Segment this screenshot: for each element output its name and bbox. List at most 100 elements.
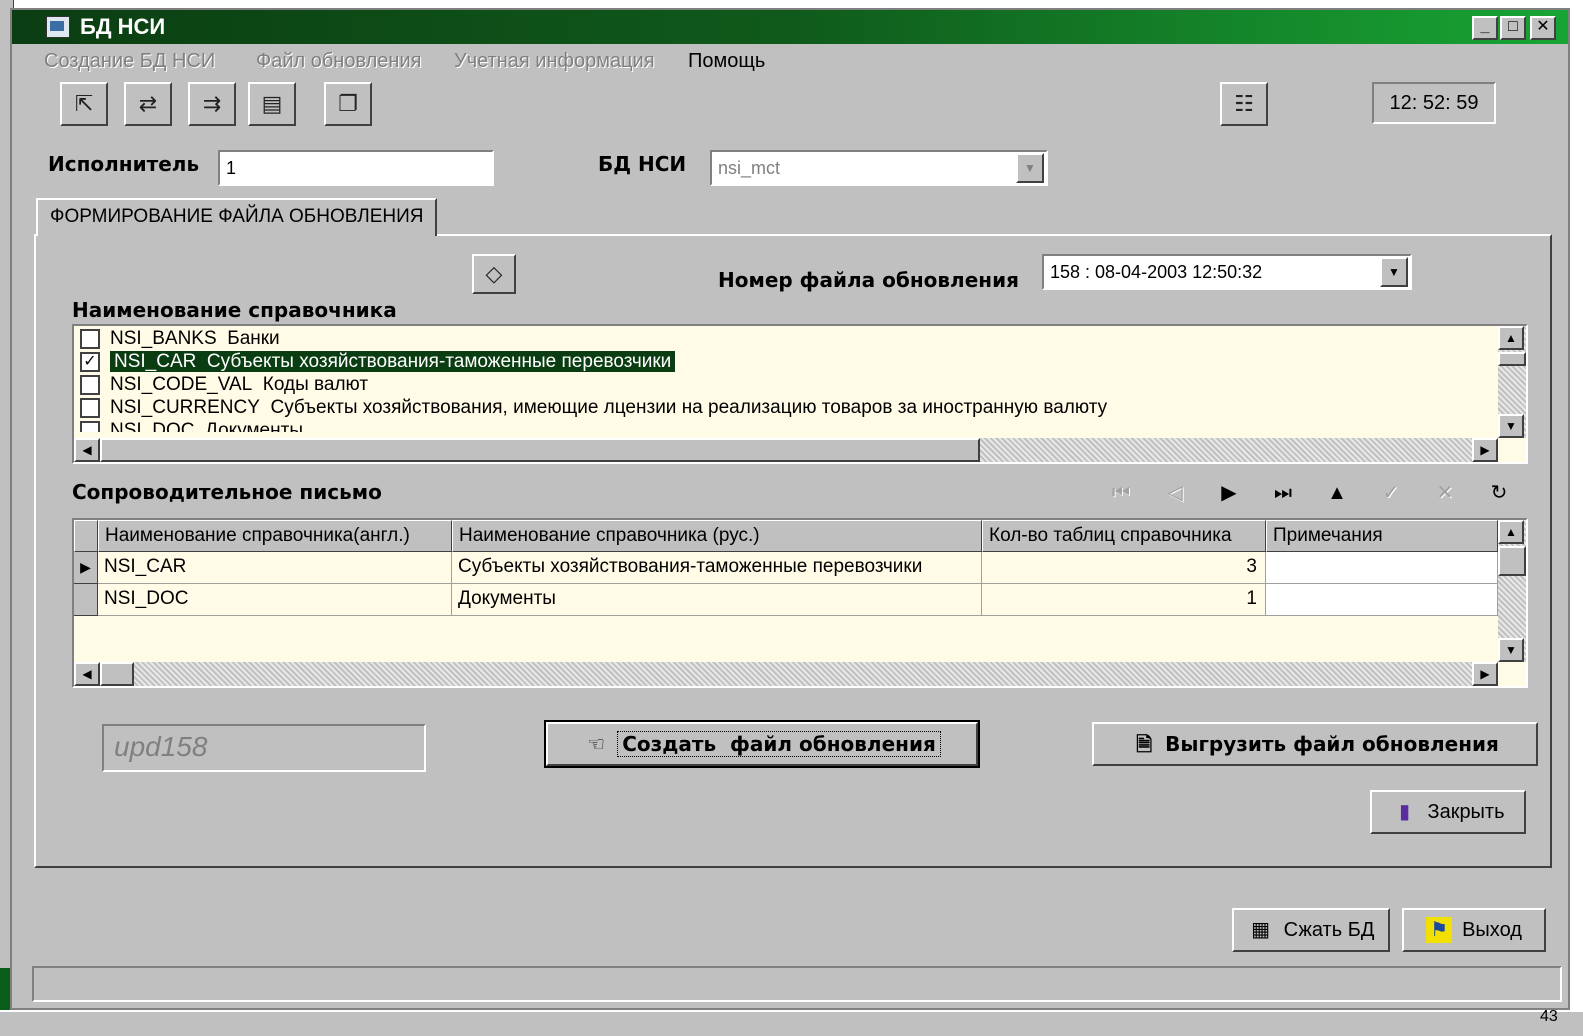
- checkbox[interactable]: [80, 328, 100, 349]
- scroll-down-icon[interactable]: ▼: [1498, 414, 1524, 438]
- compress-db-button[interactable]: ▦ Сжать БД: [1232, 908, 1390, 952]
- table-cell[interactable]: Документы: [452, 584, 982, 616]
- grid-corner: [74, 520, 98, 552]
- print-icon[interactable]: ▤: [248, 82, 296, 126]
- door-icon: ▮: [1398, 801, 1410, 823]
- export-update-file-button[interactable]: 🗎 Выгрузить файл обновления: [1092, 722, 1538, 766]
- nav-insert-button[interactable]: ▲: [1320, 478, 1354, 508]
- cover-letter-grid[interactable]: Наименование справочника(англ.) Наименов…: [72, 518, 1528, 688]
- scroll-down-icon[interactable]: ▼: [1498, 638, 1524, 662]
- table-cell[interactable]: NSI_CAR: [98, 552, 452, 584]
- scroll-up-icon[interactable]: ▲: [1498, 326, 1524, 350]
- close-button[interactable]: ▮ Закрыть: [1370, 790, 1526, 834]
- vertical-scrollbar[interactable]: ▲ ▼: [1498, 520, 1526, 662]
- close-window-button[interactable]: ✕: [1530, 16, 1556, 40]
- nav-first-button[interactable]: ⏮: [1104, 478, 1138, 508]
- nav-last-button[interactable]: ⏭: [1266, 478, 1300, 508]
- exit-button-label: Выход: [1462, 918, 1522, 941]
- checkbox[interactable]: [80, 420, 100, 432]
- window-title: БД НСИ: [80, 14, 166, 39]
- tab-form-update-file[interactable]: ФОРМИРОВАНИЕ ФАЙЛА ОБНОВЛЕНИЯ: [36, 198, 438, 236]
- minimize-button[interactable]: _: [1472, 16, 1498, 40]
- nav-cancel-button[interactable]: ✕: [1428, 478, 1462, 508]
- row-indicator: [74, 584, 98, 616]
- nav-refresh-button[interactable]: ↻: [1482, 478, 1516, 508]
- exit-button[interactable]: ⚑ Выход: [1402, 908, 1546, 952]
- copy-icon[interactable]: ❐: [324, 82, 372, 126]
- create-update-file-button[interactable]: ☜ Создать файл обновления: [544, 720, 980, 768]
- update-filename-field[interactable]: upd158: [102, 724, 426, 772]
- vertical-scrollbar[interactable]: ▲ ▼: [1498, 326, 1526, 438]
- update-file-select[interactable]: 158 : 08-04-2003 12:50:32 ▼: [1042, 254, 1412, 290]
- eraser-icon[interactable]: ◇: [472, 254, 516, 294]
- db-select[interactable]: nsi_mct ▼: [710, 150, 1048, 186]
- list-item[interactable]: NSI_DOC Документы: [80, 420, 1488, 432]
- scroll-left-icon[interactable]: ◀: [74, 662, 100, 686]
- menu-account-info[interactable]: Учетная информация: [454, 50, 655, 73]
- table-cell[interactable]: NSI_DOC: [98, 584, 452, 616]
- db-select-value: nsi_mct: [718, 158, 781, 178]
- column-header[interactable]: Кол-во таблиц справочника: [982, 520, 1266, 552]
- nav-prior-button[interactable]: ◁: [1158, 478, 1192, 508]
- list-item[interactable]: ✓ NSI_CAR Субъекты хозяйствования-таможен…: [80, 351, 1488, 374]
- executor-label: Исполнитель: [48, 152, 200, 176]
- taskbar: 43: [0, 1008, 1583, 1036]
- clock-display: 12: 52: 59: [1372, 82, 1496, 124]
- chevron-down-icon[interactable]: ▼: [1016, 153, 1044, 183]
- directory-list-label: Наименование справочника: [72, 298, 397, 322]
- scroll-right-icon[interactable]: ▶: [1472, 438, 1498, 462]
- checkbox[interactable]: [80, 374, 100, 395]
- table-cell[interactable]: [1266, 584, 1498, 616]
- nav-next-button[interactable]: ▶: [1212, 478, 1246, 508]
- horizontal-scrollbar[interactable]: ◀ ▶: [74, 662, 1498, 686]
- checkbox-checked[interactable]: ✓: [80, 351, 100, 372]
- list-item[interactable]: NSI_CURRENCY Субъекты хозяйствования, им…: [80, 397, 1488, 420]
- menu-create-db[interactable]: Создание БД НСИ: [44, 50, 215, 73]
- cover-letter-label: Сопроводительное письмо: [72, 480, 382, 504]
- directory-checklist[interactable]: NSI_BANKS Банки ✓ NSI_CAR Субъекты хозяйс…: [72, 324, 1528, 464]
- column-header[interactable]: Наименование справочника (рус.): [452, 520, 982, 552]
- main-window: БД НСИ _ □ ✕ Создание БД НСИ Файл обновл…: [10, 8, 1570, 1010]
- title-bar: БД НСИ _ □ ✕: [12, 10, 1568, 44]
- db-label: БД НСИ: [598, 152, 687, 176]
- checkbox[interactable]: [80, 397, 100, 418]
- column-header[interactable]: Примечания: [1266, 520, 1498, 552]
- tree-icon[interactable]: ☷: [1220, 82, 1268, 126]
- scroll-left-icon[interactable]: ◀: [74, 438, 100, 462]
- table-cell[interactable]: 3: [982, 552, 1266, 584]
- list-item[interactable]: NSI_BANKS Банки: [80, 328, 1488, 351]
- scroll-right-icon[interactable]: ▶: [1472, 662, 1498, 686]
- table-cell[interactable]: 1: [982, 584, 1266, 616]
- table-cell[interactable]: [1266, 552, 1498, 584]
- chevron-down-icon[interactable]: ▼: [1380, 257, 1408, 287]
- update-file-label: Номер файла обновления: [718, 268, 1019, 292]
- export-file-icon: 🗎: [1136, 732, 1153, 756]
- taskbar-number: 43: [1540, 1008, 1558, 1025]
- current-row-indicator-icon: ▶: [74, 552, 98, 584]
- create-file-icon: ☜: [587, 732, 606, 756]
- scroll-thumb[interactable]: [100, 438, 980, 462]
- export-update-file-label: Выгрузить файл обновления: [1165, 732, 1499, 756]
- scroll-thumb[interactable]: [100, 662, 134, 686]
- scroll-thumb[interactable]: [1498, 352, 1526, 366]
- list-item[interactable]: NSI_CODE_VAL Коды валют: [80, 374, 1488, 397]
- nav-post-button[interactable]: ✓: [1374, 478, 1408, 508]
- column-header[interactable]: Наименование справочника(англ.): [98, 520, 452, 552]
- scroll-thumb[interactable]: [1498, 546, 1526, 576]
- running-man-icon: ⚑: [1426, 917, 1453, 943]
- table-cell[interactable]: Субъекты хозяйствования-таможенные перев…: [452, 552, 982, 584]
- update-file-value: 158 : 08-04-2003 12:50:32: [1050, 262, 1263, 282]
- close-button-label: Закрыть: [1427, 800, 1505, 823]
- maximize-button[interactable]: □: [1500, 16, 1526, 40]
- create-update-file-label: Создать файл обновления: [617, 731, 941, 757]
- executor-field[interactable]: 1: [218, 150, 494, 186]
- menu-help[interactable]: Помощь: [688, 50, 765, 73]
- horizontal-scrollbar[interactable]: ◀ ▶: [74, 438, 1498, 462]
- scroll-up-icon[interactable]: ▲: [1498, 520, 1524, 544]
- export-icon[interactable]: ⇱: [60, 82, 108, 126]
- merge-icon[interactable]: ⇉: [188, 82, 236, 126]
- transfer-icon[interactable]: ⇄: [124, 82, 172, 126]
- compress-db-label: Сжать БД: [1283, 918, 1375, 941]
- calendar-icon: ▦: [1251, 919, 1271, 941]
- menu-update-file[interactable]: Файл обновления: [256, 50, 421, 73]
